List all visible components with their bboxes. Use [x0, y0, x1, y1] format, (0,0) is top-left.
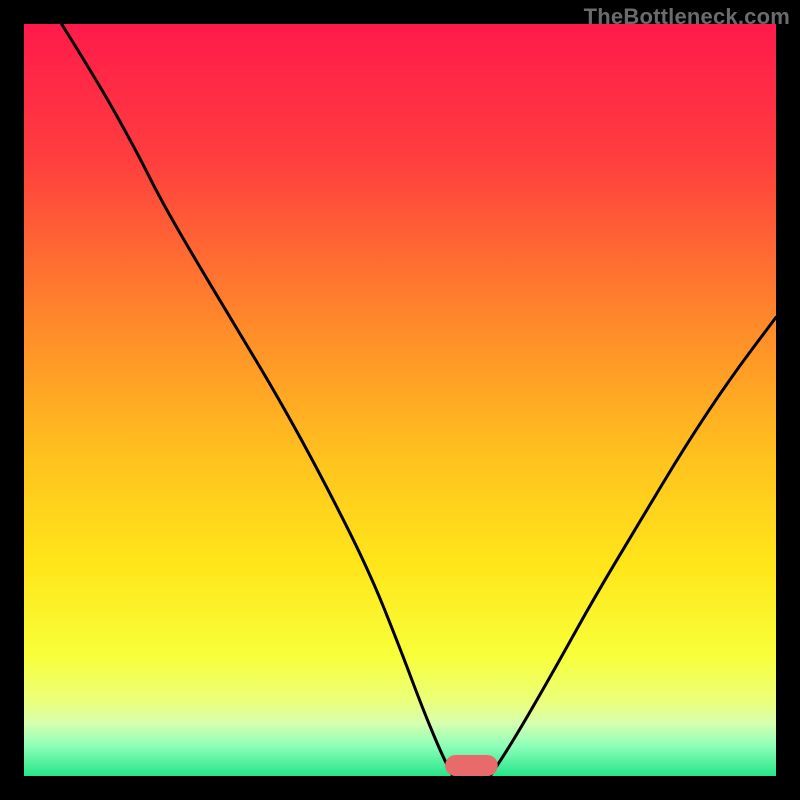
marker-group [445, 755, 498, 776]
bottom-pill [445, 755, 498, 776]
chart-svg [24, 24, 776, 776]
chart-frame: TheBottleneck.com [0, 0, 800, 800]
watermark-text: TheBottleneck.com [584, 4, 790, 30]
chart-plot-area [24, 24, 776, 776]
gradient-background [24, 24, 776, 776]
